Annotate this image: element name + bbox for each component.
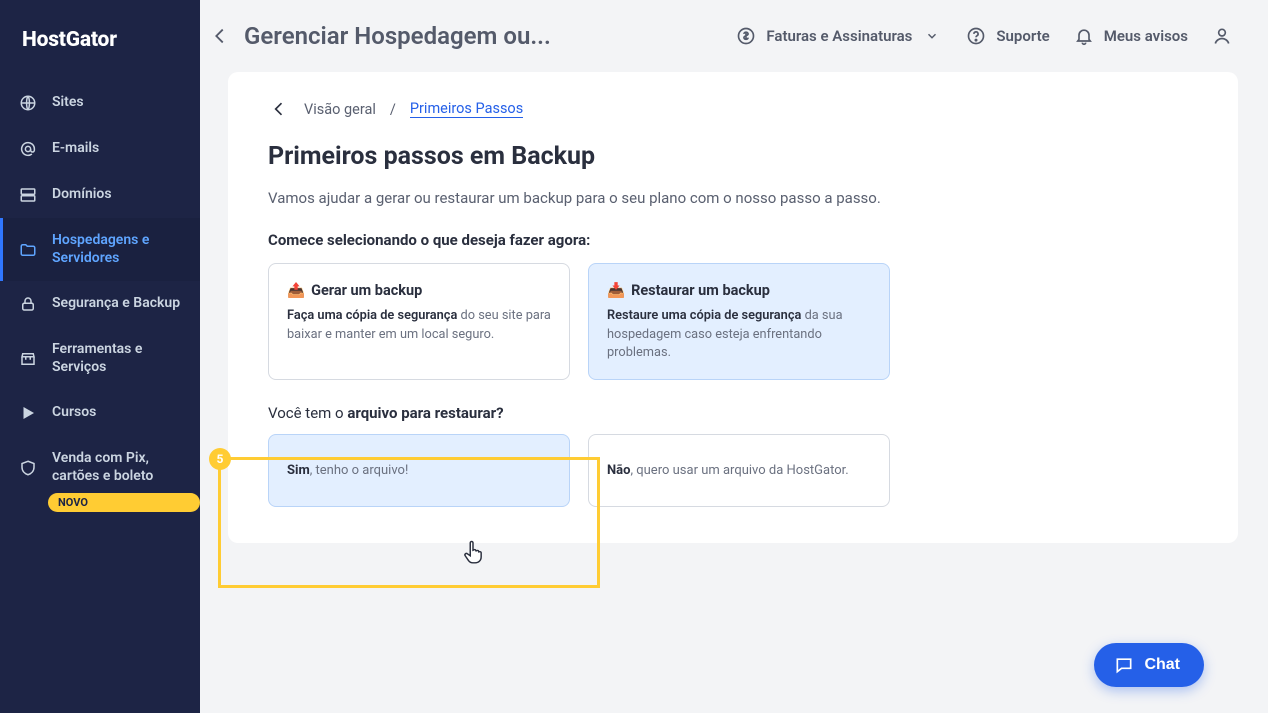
sidebar-item-sell[interactable]: Venda com Pix, cartões e boleto <box>0 436 200 489</box>
topbar: Gerenciar Hospedagem ou... Faturas e Ass… <box>200 0 1268 72</box>
content-card: Visão geral / Primeiros Passos Primeiros… <box>228 72 1238 543</box>
topbar-support[interactable]: Suporte <box>966 26 1049 46</box>
sidebar-item-label: E-mails <box>52 140 190 158</box>
dollar-icon <box>736 26 756 46</box>
option-title: Restaurar um backup <box>631 282 770 299</box>
answer-no-rest: , quero usar um arquivo da HostGator. <box>630 463 848 478</box>
topbar-support-label: Suporte <box>996 27 1049 45</box>
topbar-billing[interactable]: Faturas e Assinaturas <box>736 26 942 46</box>
upload-icon: 📤 <box>287 282 305 299</box>
breadcrumb-sep: / <box>390 101 396 118</box>
chat-label: Chat <box>1144 656 1180 674</box>
logo: HostGator <box>0 18 200 80</box>
store-icon <box>18 350 38 368</box>
answer-yes-rest: , tenho o arquivo! <box>310 463 409 478</box>
sidebar-item-label: Domínios <box>52 186 190 204</box>
section-heading: Comece selecionando o que deseja fazer a… <box>268 231 1198 249</box>
sidebar-item-hosting[interactable]: Hospedagens e Servidores <box>0 218 200 281</box>
breadcrumb: Visão geral / Primeiros Passos <box>268 98 1198 120</box>
option-restore-backup[interactable]: 📥 Restaurar um backup Restaure uma cópia… <box>588 263 890 380</box>
topbar-account[interactable] <box>1212 26 1232 46</box>
option-title: Gerar um backup <box>311 282 422 299</box>
sidebar-item-tools[interactable]: Ferramentas e Serviços <box>0 327 200 390</box>
page-title: Primeiros passos em Backup <box>268 142 1198 171</box>
sidebar-item-emails[interactable]: E-mails <box>0 126 200 172</box>
answer-no-bold: Não <box>607 463 630 478</box>
chevron-down-icon <box>922 26 942 46</box>
chat-icon <box>1114 655 1134 675</box>
breadcrumb-back-button[interactable] <box>268 98 290 120</box>
answer-yes-bold: Sim <box>287 463 310 478</box>
sidebar-item-sites[interactable]: Sites <box>0 80 200 126</box>
sidebar-item-security[interactable]: Segurança e Backup <box>0 281 200 327</box>
sidebar-item-label: Segurança e Backup <box>52 295 190 313</box>
sidebar: HostGator Sites E-mails Domínios Hospeda… <box>0 0 200 713</box>
breadcrumb-current[interactable]: Primeiros Passos <box>410 100 523 118</box>
server-icon <box>18 186 38 204</box>
back-arrow-button[interactable] <box>208 24 232 48</box>
new-badge: NOVO <box>48 493 200 512</box>
option-generate-backup[interactable]: 📤 Gerar um backup Faça uma cópia de segu… <box>268 263 570 380</box>
sidebar-item-label: Ferramentas e Serviços <box>52 341 190 376</box>
sidebar-item-label: Hospedagens e Servidores <box>52 232 190 267</box>
user-icon <box>1212 26 1232 46</box>
page-header-title: Gerenciar Hospedagem ou... <box>244 22 551 50</box>
topbar-notices[interactable]: Meus avisos <box>1074 26 1188 46</box>
play-icon <box>18 404 38 422</box>
sidebar-item-courses[interactable]: Cursos <box>0 390 200 436</box>
bell-icon <box>1074 26 1094 46</box>
help-icon <box>966 26 986 46</box>
option-desc-bold: Restaure uma cópia de segurança <box>607 308 801 323</box>
restore-question: Você tem o arquivo para restaurar? <box>268 404 1198 422</box>
breadcrumb-root[interactable]: Visão geral <box>304 101 376 118</box>
answer-yes[interactable]: Sim, tenho o arquivo! <box>268 434 570 507</box>
answer-no[interactable]: Não, quero usar um arquivo da HostGator. <box>588 434 890 507</box>
lock-icon <box>18 295 38 313</box>
download-icon: 📥 <box>607 282 625 299</box>
globe-icon <box>18 94 38 112</box>
folder-icon <box>18 241 38 259</box>
sidebar-item-label: Sites <box>52 94 190 112</box>
at-icon <box>18 140 38 158</box>
page-subtitle: Vamos ajudar a gerar ou restaurar um bac… <box>268 189 1198 207</box>
shield-icon <box>18 459 38 477</box>
topbar-billing-label: Faturas e Assinaturas <box>766 27 912 45</box>
sidebar-item-label: Venda com Pix, cartões e boleto <box>52 450 190 485</box>
sidebar-item-domains[interactable]: Domínios <box>0 172 200 218</box>
sidebar-item-label: Cursos <box>52 404 190 422</box>
option-desc-bold: Faça uma cópia de segurança <box>287 308 457 323</box>
chat-button[interactable]: Chat <box>1094 643 1204 687</box>
topbar-notices-label: Meus avisos <box>1104 27 1188 45</box>
